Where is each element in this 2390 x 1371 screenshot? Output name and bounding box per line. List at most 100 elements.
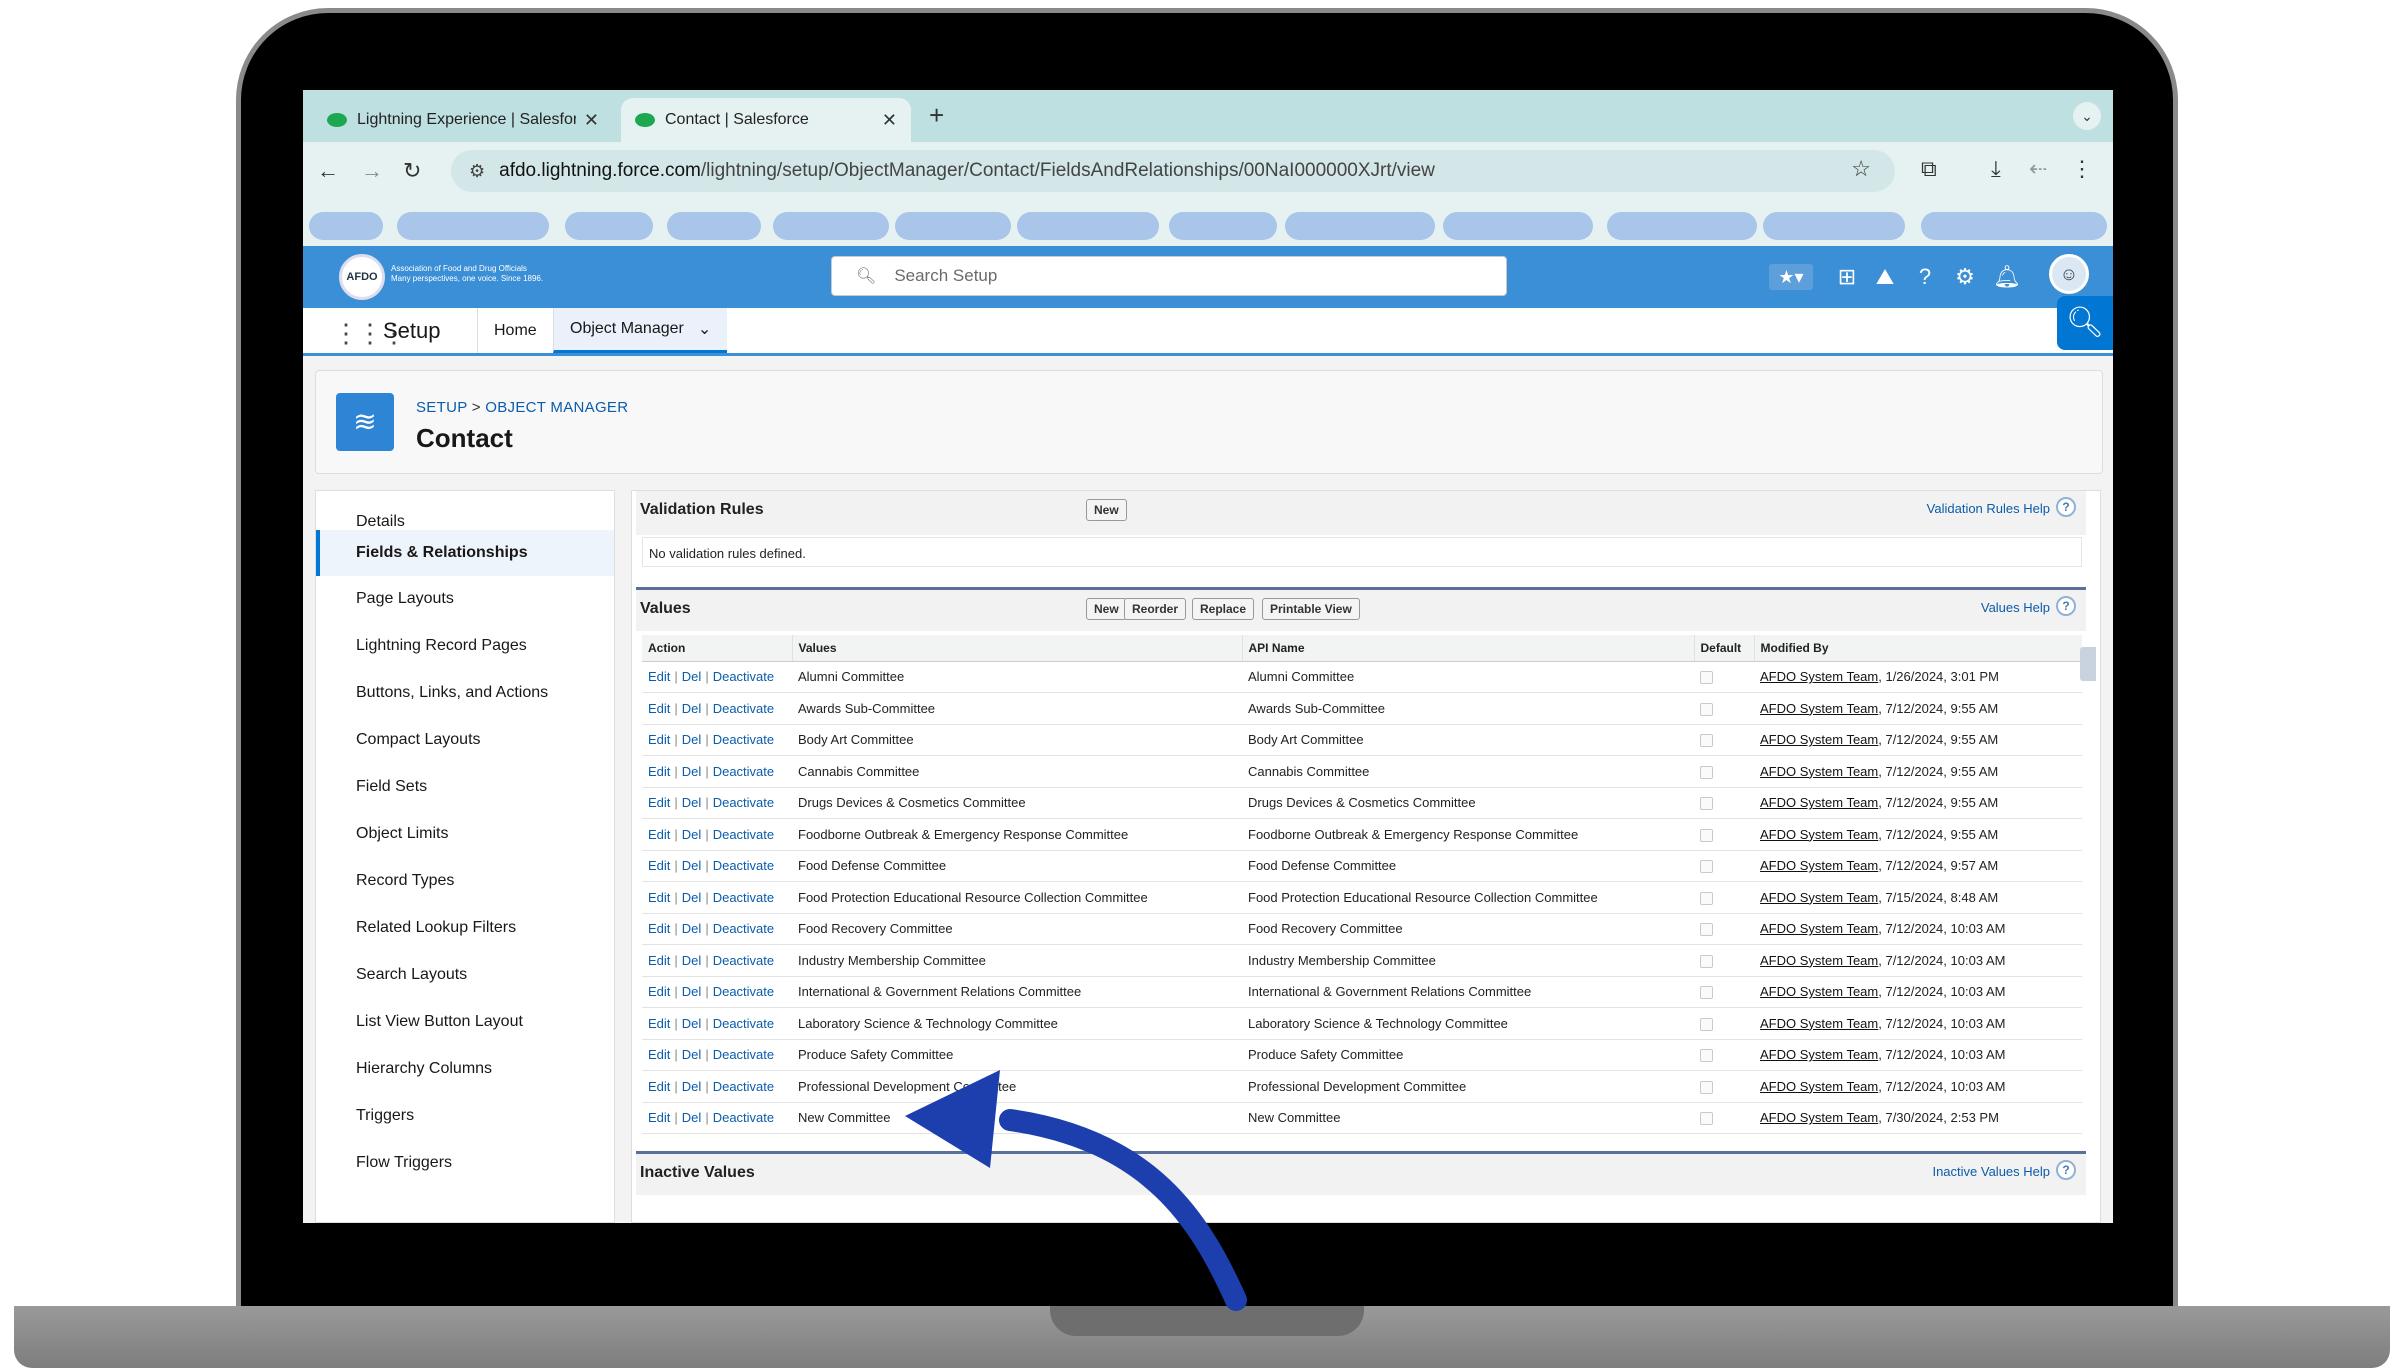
sidebar-item-list-view-button-layout[interactable]: List View Button Layout xyxy=(316,999,614,1045)
sidebar-item-fields-relationships[interactable]: Fields & Relationships xyxy=(316,530,614,576)
tab-object-manager[interactable]: Object Manager ⌄ xyxy=(553,308,728,353)
modified-by-user-link[interactable]: AFDO System Team xyxy=(1760,1016,1878,1031)
new-value-button[interactable]: New xyxy=(1086,598,1127,620)
org-logo[interactable]: AFDO xyxy=(339,254,385,300)
modified-by-user-link[interactable]: AFDO System Team xyxy=(1760,827,1878,842)
modified-by-user-link[interactable]: AFDO System Team xyxy=(1760,701,1878,716)
modified-by-user-link[interactable]: AFDO System Team xyxy=(1760,669,1878,684)
chevron-down-icon[interactable]: ⌄ xyxy=(698,319,711,339)
edit-link[interactable]: Edit xyxy=(648,1016,670,1031)
sidebar-item-record-types[interactable]: Record Types xyxy=(316,858,614,904)
sidebar-item-lightning-record-pages[interactable]: Lightning Record Pages xyxy=(316,623,614,669)
bookmark-item[interactable] xyxy=(1443,212,1593,240)
deactivate-link[interactable]: Deactivate xyxy=(713,858,774,873)
deactivate-link[interactable]: Deactivate xyxy=(713,1016,774,1031)
edit-link[interactable]: Edit xyxy=(648,1110,670,1125)
gear-icon[interactable]: ⚙ xyxy=(1953,264,1977,290)
bookmark-item[interactable] xyxy=(895,212,1011,240)
inactive-values-help-link[interactable]: Inactive Values Help xyxy=(1932,1164,2050,1179)
bookmark-item[interactable] xyxy=(565,212,653,240)
edit-link[interactable]: Edit xyxy=(648,701,670,716)
cast-icon[interactable]: ⇠ xyxy=(2029,156,2047,182)
sidebar-item-hierarchy-columns[interactable]: Hierarchy Columns xyxy=(316,1046,614,1092)
edit-link[interactable]: Edit xyxy=(648,984,670,999)
bookmark-item[interactable] xyxy=(1921,212,2107,240)
bookmark-item[interactable] xyxy=(1285,212,1435,240)
collapse-panel-handle[interactable] xyxy=(2080,647,2096,681)
edit-link[interactable]: Edit xyxy=(648,669,670,684)
bookmark-item[interactable] xyxy=(1607,212,1757,240)
url-bar[interactable]: ⚙ afdo.lightning.force.com/lightning/set… xyxy=(451,150,1895,192)
delete-link[interactable]: Del xyxy=(682,1047,702,1062)
edit-link[interactable]: Edit xyxy=(648,827,670,842)
modified-by-user-link[interactable]: AFDO System Team xyxy=(1760,858,1878,873)
printable-view-button[interactable]: Printable View xyxy=(1262,598,1360,620)
deactivate-link[interactable]: Deactivate xyxy=(713,1110,774,1125)
deactivate-link[interactable]: Deactivate xyxy=(713,795,774,810)
edit-link[interactable]: Edit xyxy=(648,1047,670,1062)
deactivate-link[interactable]: Deactivate xyxy=(713,953,774,968)
modified-by-user-link[interactable]: AFDO System Team xyxy=(1760,764,1878,779)
help-icon[interactable]: ? xyxy=(2056,1160,2076,1180)
modified-by-user-link[interactable]: AFDO System Team xyxy=(1760,890,1878,905)
extensions-icon[interactable]: ⧉ xyxy=(1921,156,1937,182)
bookmark-item[interactable] xyxy=(1763,212,1905,240)
bookmark-item[interactable] xyxy=(397,212,549,240)
replace-button[interactable]: Replace xyxy=(1192,598,1255,620)
bookmark-star-icon[interactable]: ☆ xyxy=(1851,156,1871,182)
modified-by-user-link[interactable]: AFDO System Team xyxy=(1760,795,1878,810)
delete-link[interactable]: Del xyxy=(682,921,702,936)
deactivate-link[interactable]: Deactivate xyxy=(713,1079,774,1094)
bookmark-item[interactable] xyxy=(1169,212,1277,240)
deactivate-link[interactable]: Deactivate xyxy=(713,701,774,716)
browser-tab-lightning[interactable]: Lightning Experience | Salesforce ✕ xyxy=(313,98,613,142)
sidebar-item-object-limits[interactable]: Object Limits xyxy=(316,811,614,857)
favorites-star-icon[interactable]: ★▾ xyxy=(1769,264,1813,290)
delete-link[interactable]: Del xyxy=(682,1079,702,1094)
tab-home[interactable]: Home xyxy=(477,308,553,353)
edit-link[interactable]: Edit xyxy=(648,764,670,779)
help-icon[interactable]: ? xyxy=(2056,596,2076,616)
sidebar-item-page-layouts[interactable]: Page Layouts xyxy=(316,576,614,622)
delete-link[interactable]: Del xyxy=(682,1016,702,1031)
deactivate-link[interactable]: Deactivate xyxy=(713,764,774,779)
help-icon[interactable]: ? xyxy=(2056,497,2076,517)
delete-link[interactable]: Del xyxy=(682,858,702,873)
avatar[interactable]: ☺ xyxy=(2049,254,2089,294)
help-icon[interactable]: ? xyxy=(1913,264,1937,290)
sidebar-item-field-sets[interactable]: Field Sets xyxy=(316,764,614,810)
bookmark-item[interactable] xyxy=(667,212,761,240)
modified-by-user-link[interactable]: AFDO System Team xyxy=(1760,921,1878,936)
deactivate-link[interactable]: Deactivate xyxy=(713,890,774,905)
new-tab-button[interactable]: + xyxy=(929,100,944,131)
kebab-menu-icon[interactable]: ⋮ xyxy=(2071,156,2093,182)
site-settings-icon[interactable]: ⚙ xyxy=(469,161,485,182)
browser-tab-contact[interactable]: Contact | Salesforce ✕ xyxy=(621,98,911,142)
deactivate-link[interactable]: Deactivate xyxy=(713,827,774,842)
bookmark-item[interactable] xyxy=(1017,212,1159,240)
validation-rules-help-link[interactable]: Validation Rules Help xyxy=(1927,501,2050,516)
sidebar-item-compact-layouts[interactable]: Compact Layouts xyxy=(316,717,614,763)
bookmark-item[interactable] xyxy=(309,212,383,240)
back-arrow-icon[interactable]: ← xyxy=(317,158,339,184)
global-actions-icon[interactable]: ⊞ xyxy=(1835,264,1859,290)
new-validation-rule-button[interactable]: New xyxy=(1086,499,1127,521)
download-icon[interactable]: ⤓ xyxy=(1991,156,2001,182)
values-help-link[interactable]: Values Help xyxy=(1981,600,2050,615)
search-setup-input[interactable]: 🔍︎ Search Setup xyxy=(831,256,1507,296)
reorder-button[interactable]: Reorder xyxy=(1124,598,1187,620)
deactivate-link[interactable]: Deactivate xyxy=(713,732,774,747)
sidebar-item-triggers[interactable]: Triggers xyxy=(316,1093,614,1139)
delete-link[interactable]: Del xyxy=(682,890,702,905)
modified-by-user-link[interactable]: AFDO System Team xyxy=(1760,1079,1878,1094)
sidebar-item-flow-triggers[interactable]: Flow Triggers xyxy=(316,1140,614,1186)
delete-link[interactable]: Del xyxy=(682,732,702,747)
edit-link[interactable]: Edit xyxy=(648,890,670,905)
delete-link[interactable]: Del xyxy=(682,669,702,684)
close-icon[interactable]: ✕ xyxy=(584,110,599,131)
breadcrumb-object-manager-link[interactable]: OBJECT MANAGER xyxy=(485,399,628,416)
delete-link[interactable]: Del xyxy=(682,764,702,779)
edit-link[interactable]: Edit xyxy=(648,795,670,810)
modified-by-user-link[interactable]: AFDO System Team xyxy=(1760,732,1878,747)
trailhead-icon[interactable]: ⛰ xyxy=(1873,264,1897,290)
